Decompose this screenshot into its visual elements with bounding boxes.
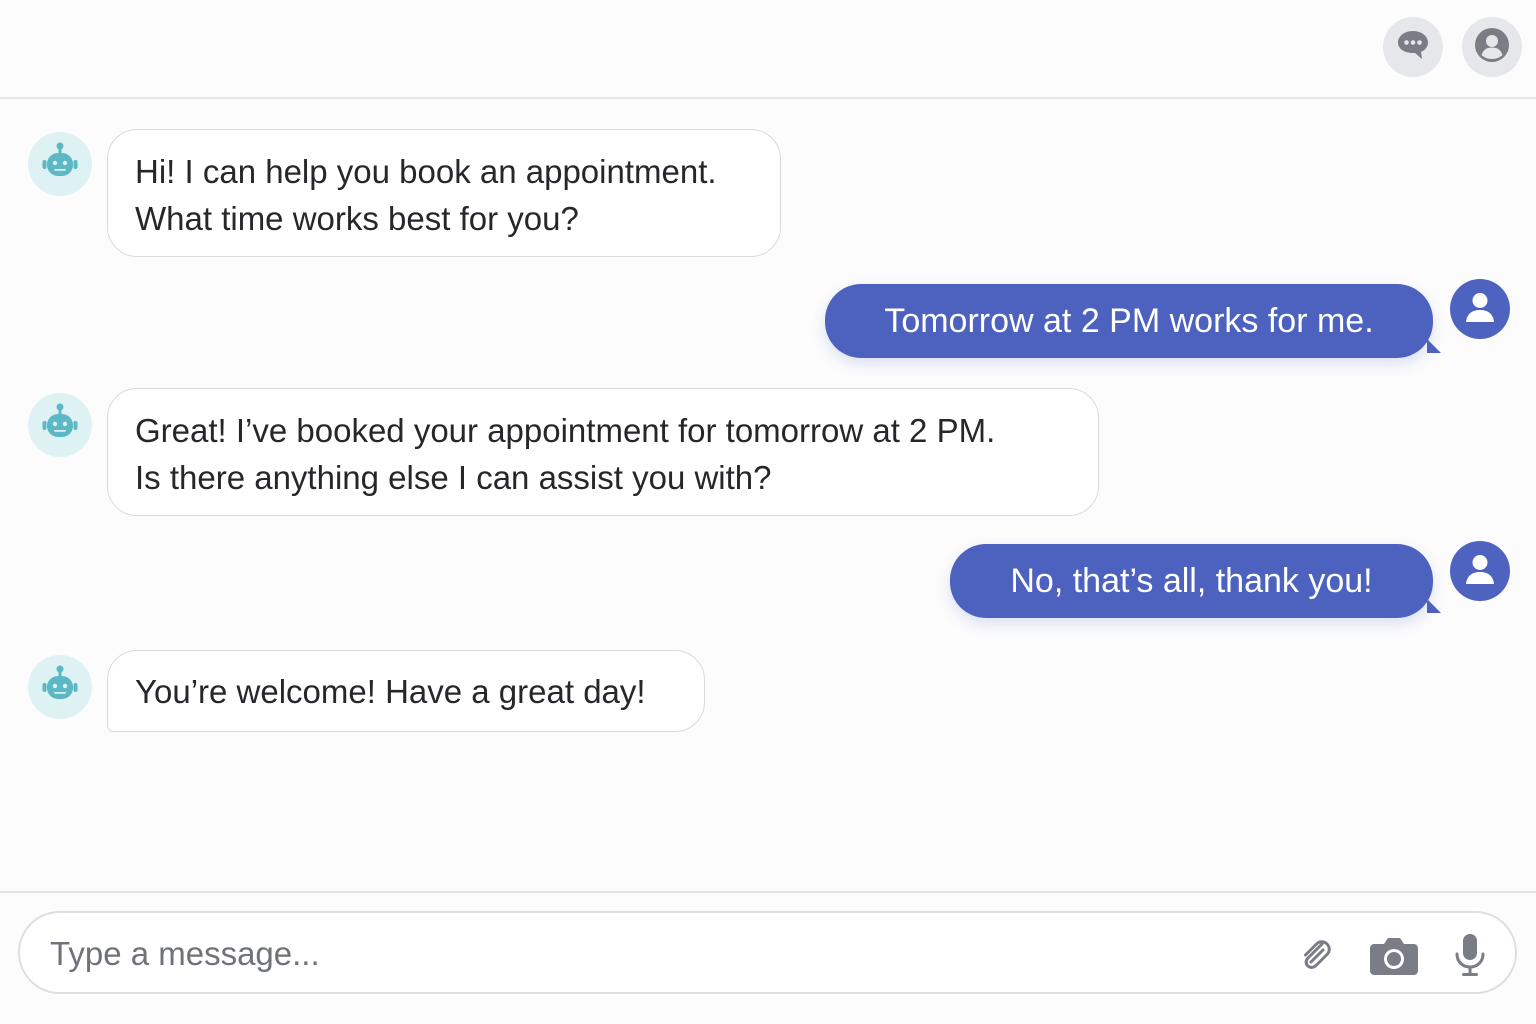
microphone-button[interactable] — [1448, 933, 1492, 979]
message-text: No, that’s all, thank you! — [1010, 562, 1373, 600]
message-text-line: Is there anything else I can assist you … — [135, 459, 772, 496]
user-message-bubble: Tomorrow at 2 PM works for me. — [825, 284, 1433, 358]
profile-button[interactable] — [1462, 17, 1522, 77]
chat-button[interactable] — [1383, 17, 1443, 77]
attach-button[interactable] — [1294, 935, 1338, 979]
bot-message-bubble: Hi! I can help you book an appointment. … — [107, 129, 781, 257]
message-text-line: Hi! I can help you book an appointment. — [135, 153, 717, 190]
user-profile-icon — [1473, 26, 1511, 69]
bot-message-bubble: Great! I’ve booked your appointment for … — [107, 388, 1099, 516]
microphone-icon — [1452, 932, 1488, 983]
chat-bubble-icon — [1395, 28, 1431, 67]
header-bar — [0, 0, 1536, 99]
camera-icon — [1368, 934, 1420, 981]
chat-app: Hi! I can help you book an appointment. … — [0, 0, 1536, 1024]
robot-icon — [38, 140, 82, 189]
bubble-tail — [1427, 599, 1441, 613]
robot-icon — [38, 401, 82, 450]
user-icon — [1462, 289, 1498, 330]
user-icon — [1462, 551, 1498, 592]
robot-icon — [38, 663, 82, 712]
message-text-line: What time works best for you? — [135, 200, 579, 237]
message-text-line: Great! I’ve booked your appointment for … — [135, 412, 996, 449]
bot-avatar — [28, 132, 92, 196]
message-composer — [18, 911, 1517, 994]
bot-avatar — [28, 655, 92, 719]
user-avatar — [1450, 541, 1510, 601]
bubble-tail — [1427, 339, 1441, 353]
message-text-line: You’re welcome! Have a great day! — [135, 673, 646, 710]
user-message-bubble: No, that’s all, thank you! — [950, 544, 1433, 618]
message-input[interactable] — [48, 927, 1252, 981]
paperclip-icon — [1296, 935, 1336, 980]
camera-button[interactable] — [1368, 935, 1420, 979]
message-text: Tomorrow at 2 PM works for me. — [884, 302, 1374, 340]
composer-divider — [0, 891, 1536, 893]
bot-avatar — [28, 393, 92, 457]
bot-message-bubble: You’re welcome! Have a great day! — [107, 650, 705, 732]
user-avatar — [1450, 279, 1510, 339]
